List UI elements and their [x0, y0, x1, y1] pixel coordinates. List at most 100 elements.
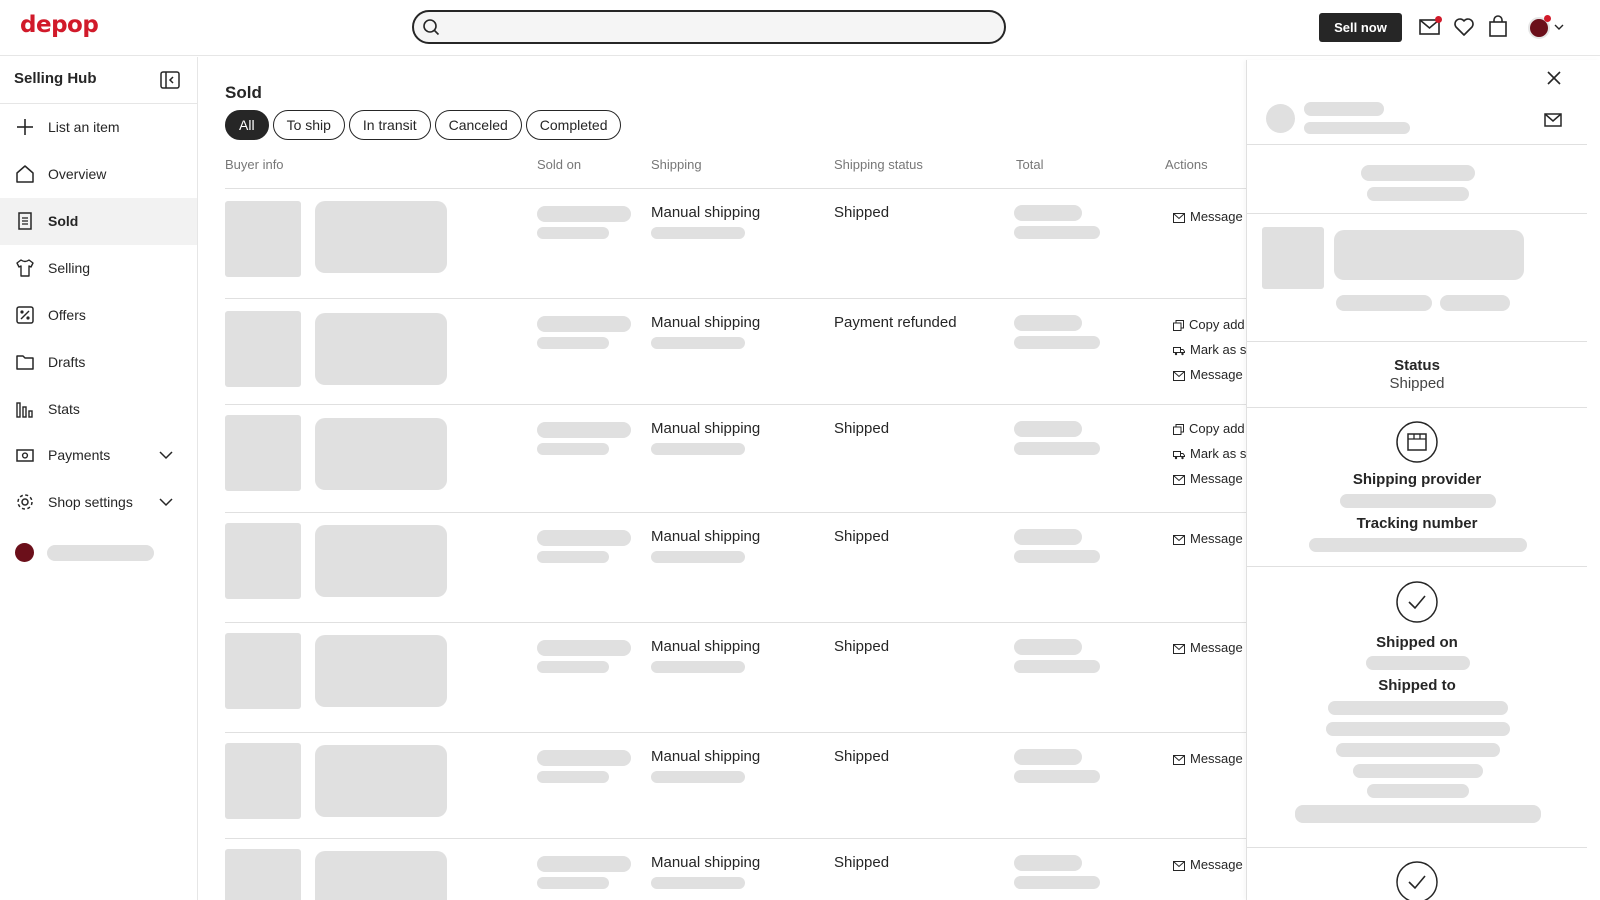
panel-divider	[1247, 407, 1587, 408]
action-label: Mark as s	[1190, 342, 1246, 357]
total-placeholder	[1014, 749, 1082, 765]
sidebar-item-shop-settings[interactable]: Shop settings	[0, 479, 197, 526]
action-label: Mark as s	[1190, 446, 1246, 461]
sidebar-header: Selling Hub	[0, 57, 197, 104]
stats-icon	[16, 402, 33, 418]
shipping-placeholder	[651, 337, 745, 349]
message-action[interactable]: Message	[1173, 471, 1243, 486]
sidebar-item-list-an-item[interactable]: List an item	[0, 104, 197, 151]
action-label: Message	[1190, 751, 1243, 766]
sidebar-item-stats[interactable]: Stats	[0, 386, 197, 433]
shipping-method: Manual shipping	[651, 638, 761, 655]
address-placeholder	[1367, 784, 1469, 798]
table-row[interactable]: Manual shipping Shipped Message	[198, 839, 1246, 900]
table-row[interactable]: Manual shipping Shipped Copy add Mark as…	[198, 405, 1246, 513]
mark-as-shipped-action[interactable]: Mark as s	[1173, 446, 1246, 461]
item-thumbnail-placeholder	[225, 201, 301, 277]
item-thumbnail-placeholder	[225, 849, 301, 900]
copy-address-action[interactable]: Copy add	[1173, 421, 1245, 436]
chevron-down-icon[interactable]	[158, 448, 174, 462]
search-input[interactable]	[448, 16, 988, 38]
shipping-status: Shipped	[834, 204, 890, 221]
order-date-placeholder	[1367, 187, 1469, 201]
search-bar[interactable]	[412, 10, 1006, 44]
chevron-down-icon[interactable]	[1554, 23, 1564, 31]
close-icon[interactable]	[1544, 68, 1564, 88]
buyer-avatar-placeholder	[1266, 104, 1295, 133]
item-thumbnail-placeholder	[225, 523, 301, 599]
action-label: Message	[1190, 471, 1243, 486]
sidebar-item-label: Payments	[48, 447, 111, 463]
wallet-icon	[16, 449, 34, 462]
sidebar-item-selling[interactable]: Selling	[0, 245, 197, 292]
shipped-to-label: Shipped to	[1378, 677, 1456, 694]
shipping-method: Manual shipping	[651, 748, 761, 765]
sidebar-item-offers[interactable]: Offers	[0, 292, 197, 339]
item-thumbnail-placeholder	[225, 311, 301, 387]
address-placeholder	[1336, 743, 1500, 757]
shipping-method: Manual shipping	[651, 854, 761, 871]
sidebar-item-payments[interactable]: Payments	[0, 432, 197, 479]
sidebar: Selling Hub List an item Overview Sold S…	[0, 57, 198, 900]
message-action[interactable]: Message	[1173, 531, 1243, 546]
item-size-placeholder	[1440, 295, 1510, 311]
shipped-on-label: Shipped on	[1376, 634, 1458, 651]
sold-on-placeholder	[537, 443, 609, 455]
filter-chip-in-transit[interactable]: In transit	[348, 110, 431, 140]
shipping-status: Shipped	[834, 420, 890, 437]
item-thumbnail-placeholder	[225, 633, 301, 709]
action-label: Message	[1190, 367, 1243, 382]
message-action[interactable]: Message	[1173, 209, 1243, 224]
table-row[interactable]: Manual shipping Shipped Message	[198, 189, 1246, 299]
bag-icon[interactable]	[1486, 15, 1510, 39]
filter-chip-all[interactable]: All	[225, 110, 269, 140]
shipping-provider-label: Shipping provider	[1352, 471, 1482, 488]
filter-chip-canceled[interactable]: Canceled	[434, 110, 522, 140]
shipping-placeholder	[651, 443, 745, 455]
truck-icon	[1173, 347, 1185, 356]
sidebar-item-sold[interactable]: Sold	[0, 198, 197, 245]
mail-icon	[1173, 475, 1185, 485]
sold-on-placeholder	[537, 530, 631, 546]
mail-icon[interactable]	[1543, 111, 1563, 129]
collapse-sidebar-icon[interactable]	[160, 71, 180, 89]
column-header-buyer-info: Buyer info	[225, 157, 284, 172]
shop-avatar[interactable]	[15, 543, 34, 562]
panel-divider	[1247, 213, 1587, 214]
sold-on-placeholder	[537, 750, 631, 766]
gear-icon	[17, 494, 33, 510]
sidebar-item-drafts[interactable]: Drafts	[0, 339, 197, 386]
message-action[interactable]: Message	[1173, 367, 1243, 382]
action-label: Message	[1190, 209, 1243, 224]
total-placeholder	[1014, 421, 1082, 437]
table-row[interactable]: Manual shipping Shipped Message	[198, 733, 1246, 839]
table-row[interactable]: Manual shipping Shipped Message	[198, 513, 1246, 623]
message-action[interactable]: Message	[1173, 751, 1243, 766]
depop-logo[interactable]: depop	[20, 12, 99, 38]
message-action[interactable]: Message	[1173, 640, 1243, 655]
mail-icon	[1173, 644, 1185, 654]
shipping-status: Shipped	[834, 638, 890, 655]
buyer-info-placeholder	[315, 635, 447, 707]
checkmark-icon	[1396, 861, 1438, 900]
copy-address-action[interactable]: Copy add	[1173, 317, 1245, 332]
sidebar-item-label: Drafts	[48, 354, 86, 370]
sidebar-item-label: Sold	[48, 213, 79, 229]
sell-now-button[interactable]: Sell now	[1319, 13, 1402, 42]
chevron-down-icon[interactable]	[158, 495, 174, 509]
shipping-status: Shipped	[834, 748, 890, 765]
table-row[interactable]: Manual shipping Payment refunded Copy ad…	[198, 299, 1246, 405]
mark-as-shipped-action[interactable]: Mark as s	[1173, 342, 1246, 357]
filter-chip-completed[interactable]: Completed	[525, 110, 622, 140]
sidebar-item-overview[interactable]: Overview	[0, 151, 197, 198]
action-label: Message	[1190, 640, 1243, 655]
heart-icon[interactable]	[1452, 15, 1476, 39]
filter-chip-to-ship[interactable]: To ship	[272, 110, 345, 140]
total-placeholder	[1014, 442, 1100, 455]
table-row[interactable]: Manual shipping Shipped Message	[198, 623, 1246, 733]
message-action[interactable]: Message	[1173, 857, 1243, 872]
panel-divider	[1247, 144, 1587, 145]
sidebar-item-label: Overview	[48, 166, 107, 182]
offers-icon	[16, 306, 34, 324]
column-header-shipping-status: Shipping status	[834, 157, 923, 172]
